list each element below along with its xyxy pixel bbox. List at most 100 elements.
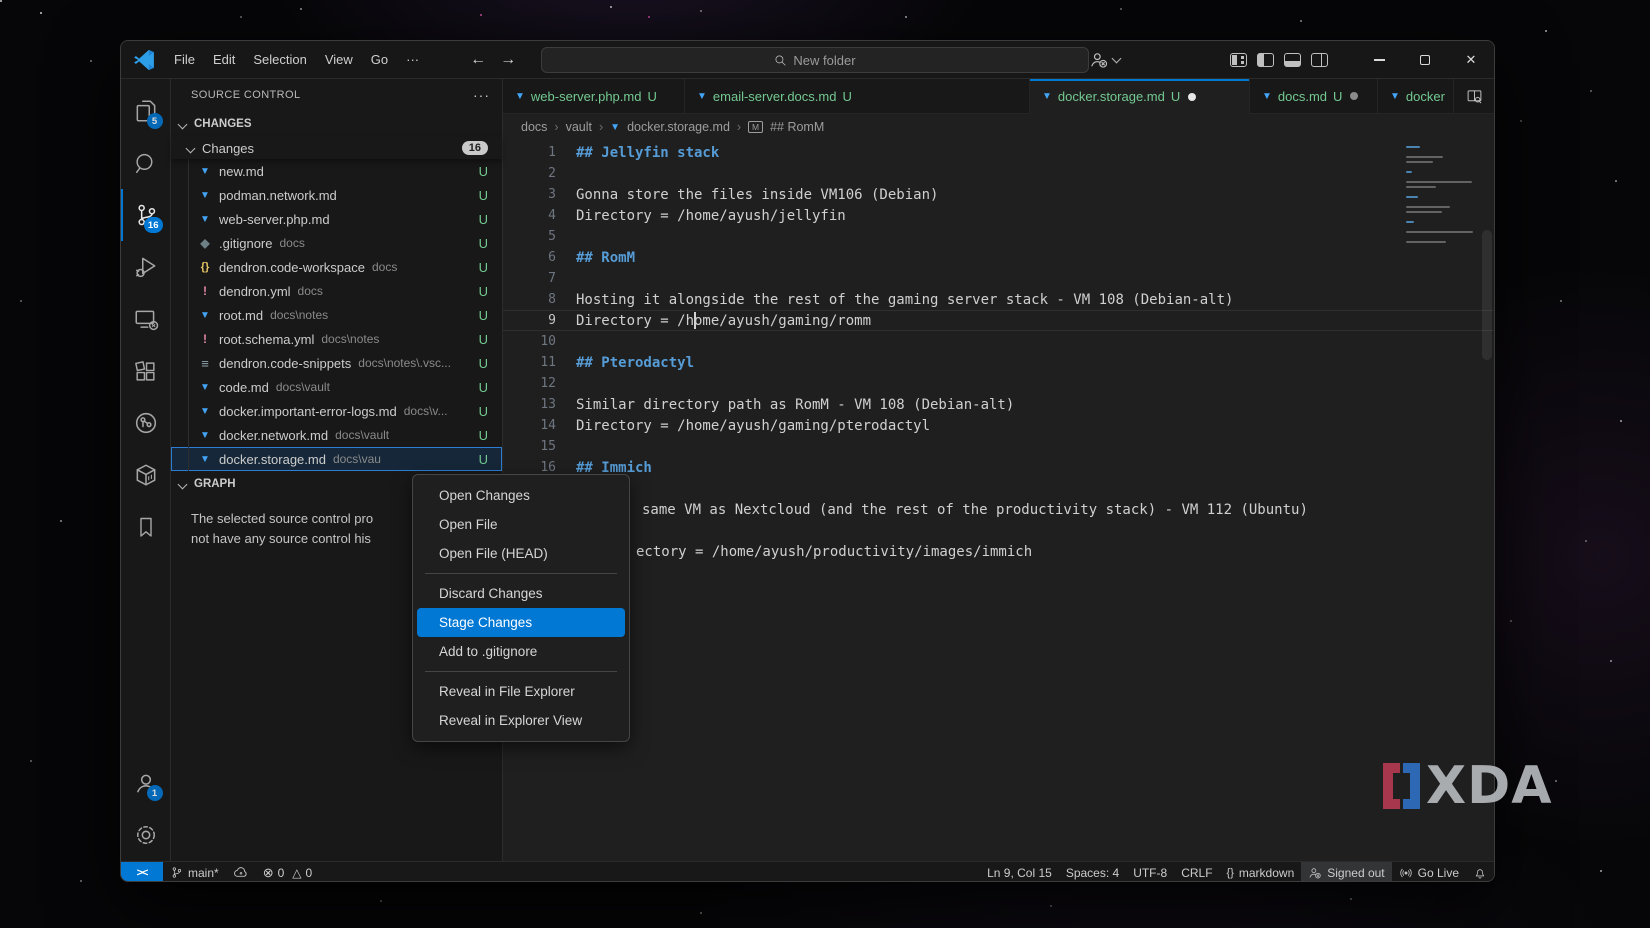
problems-status[interactable]: ⊗ 0 △ 0 xyxy=(256,862,320,883)
editor-line[interactable]: 18 same VM as Nextcloud (and the rest of… xyxy=(503,499,1494,520)
encoding-status[interactable]: UTF-8 xyxy=(1126,862,1174,883)
close-button[interactable]: ✕ xyxy=(1448,41,1494,79)
changes-section-header[interactable]: CHANGES xyxy=(171,111,502,137)
toggle-secondary-sidebar-button[interactable] xyxy=(1311,53,1328,67)
activity-search[interactable] xyxy=(121,137,171,189)
changes-tree-node[interactable]: Changes 16 xyxy=(171,137,502,159)
changed-file-row[interactable]: ▼ new.md U xyxy=(171,159,502,183)
changed-file-row[interactable]: ▼ web-server.php.md U xyxy=(171,207,502,231)
changed-file-row[interactable]: ▼ podman.network.md U xyxy=(171,183,502,207)
command-center-search[interactable]: New folder xyxy=(541,47,1089,73)
toggle-panel-button[interactable] xyxy=(1284,53,1301,67)
signed-out-status[interactable]: Signed out xyxy=(1301,862,1391,883)
changed-file-row[interactable]: ▼ code.md docs\vault U xyxy=(171,375,502,399)
breadcrumb-file[interactable]: docker.storage.md xyxy=(627,120,730,134)
editor-line[interactable]: 10 xyxy=(503,331,1494,352)
activity-accounts[interactable]: 1 xyxy=(121,757,171,809)
menu-item[interactable]: View xyxy=(316,48,362,71)
maximize-button[interactable] xyxy=(1402,41,1448,79)
editor-line[interactable]: 4 Directory = /home/ayush/jellyfin xyxy=(503,205,1494,226)
menu-item[interactable]: File xyxy=(165,48,204,71)
changed-file-row[interactable]: ▼ root.md docs\notes U xyxy=(171,303,502,327)
menu-item[interactable]: Go xyxy=(362,48,397,71)
editor-line[interactable]: 6 ## RomM xyxy=(503,247,1494,268)
go-live-button[interactable]: Go Live xyxy=(1392,862,1466,883)
changed-file-row[interactable]: ▼ docker.important-error-logs.md docs\v.… xyxy=(171,399,502,423)
eol-status[interactable]: CRLF xyxy=(1174,862,1219,883)
editor-line[interactable]: 11 ## Pterodactyl xyxy=(503,352,1494,373)
editor-line[interactable]: 5 xyxy=(503,226,1494,247)
changed-file-row[interactable]: ▼ docker.network.md docs\vault U xyxy=(171,423,502,447)
editor-line[interactable]: 2 xyxy=(503,163,1494,184)
activity-containers[interactable] xyxy=(121,449,171,501)
nav-back-button[interactable]: ← xyxy=(470,51,486,69)
menu-item[interactable]: Edit xyxy=(204,48,244,71)
tab-label: web-server.php.md xyxy=(531,89,642,104)
customize-layout-button[interactable] xyxy=(1230,53,1247,67)
editor-tab[interactable]: ▼ docker xyxy=(1378,79,1454,113)
context-menu-item[interactable]: Reveal in Explorer View xyxy=(417,706,625,735)
context-menu-item[interactable]: Stage Changes xyxy=(417,608,625,637)
context-menu-item[interactable]: Open Changes xyxy=(417,481,625,510)
activity-explorer[interactable]: 5 xyxy=(121,85,171,137)
language-mode[interactable]: {} markdown xyxy=(1220,862,1302,883)
notifications-bell[interactable] xyxy=(1466,862,1494,883)
nav-forward-button[interactable]: → xyxy=(500,51,516,69)
editor-line[interactable]: 9 Directory = /home/ayush/gaming/romm xyxy=(503,310,1494,331)
changed-file-row[interactable]: ! root.schema.yml docs\notes U xyxy=(171,327,502,351)
context-menu-item[interactable]: Open File xyxy=(417,510,625,539)
editor-line[interactable]: 19 xyxy=(503,520,1494,541)
editor-line[interactable]: 20 ectory = /home/ayush/productivity/ima… xyxy=(503,541,1494,562)
menu-item[interactable]: Selection xyxy=(244,48,315,71)
scrollbar-thumb[interactable] xyxy=(1482,230,1492,360)
menu-item[interactable]: ··· xyxy=(397,48,428,71)
changed-file-row[interactable]: ! dendron.yml docs U xyxy=(171,279,502,303)
branch-status[interactable]: main* xyxy=(163,862,226,883)
sidebar-more-actions[interactable]: ··· xyxy=(473,87,490,103)
remote-indicator[interactable]: >< xyxy=(121,862,163,883)
editor-line[interactable]: 12 xyxy=(503,373,1494,394)
activity-bookmarks[interactable] xyxy=(121,501,171,553)
changed-file-row[interactable]: {} dendron.code-workspace docs U xyxy=(171,255,502,279)
editor-tab[interactable]: ▼ docs.md U xyxy=(1250,79,1378,113)
editor-line[interactable]: 15 xyxy=(503,436,1494,457)
activity-settings[interactable] xyxy=(121,809,171,861)
minimize-button[interactable] xyxy=(1356,41,1402,79)
editor-tab[interactable]: ▼ docker.storage.md U xyxy=(1030,79,1250,114)
editor-tab[interactable]: ▼ email-server.docs.md U xyxy=(685,79,1030,113)
activity-source-control[interactable]: 16 xyxy=(121,189,171,241)
context-menu-item[interactable]: Discard Changes xyxy=(417,579,625,608)
editor-tab[interactable]: ▼ web-server.php.md U xyxy=(503,79,685,113)
minimap[interactable] xyxy=(1406,146,1478,246)
activity-git-graph[interactable] xyxy=(121,397,171,449)
changed-file-row[interactable]: ≡ dendron.code-snippets docs\notes\.vsc.… xyxy=(171,351,502,375)
editor-line[interactable]: 1 ## Jellyfin stack xyxy=(503,142,1494,163)
context-menu-item[interactable]: Reveal in File Explorer xyxy=(417,677,625,706)
activity-extensions[interactable] xyxy=(121,345,171,397)
editor-line[interactable]: 8 Hosting it alongside the rest of the g… xyxy=(503,289,1494,310)
changed-file-row[interactable]: ◆ .gitignore docs U xyxy=(171,231,502,255)
cursor-position[interactable]: Ln 9, Col 15 xyxy=(980,862,1059,883)
bell-icon xyxy=(1473,866,1487,880)
editor-line[interactable]: 7 xyxy=(503,268,1494,289)
breadcrumb-folder[interactable]: vault xyxy=(566,120,592,134)
editor-line[interactable]: 16 ## Immich xyxy=(503,457,1494,478)
breadcrumb-symbol[interactable]: ## RomM xyxy=(770,120,824,134)
toggle-primary-sidebar-button[interactable] xyxy=(1257,53,1274,67)
activity-run-debug[interactable] xyxy=(121,241,171,293)
changed-file-row[interactable]: ▼ docker.storage.md docs\vau U xyxy=(171,447,502,471)
editor-scrollbar[interactable] xyxy=(1480,140,1494,861)
activity-remote-explorer[interactable] xyxy=(121,293,171,345)
editor-line[interactable]: 17 xyxy=(503,478,1494,499)
editor-line[interactable]: 3 Gonna store the files inside VM106 (De… xyxy=(503,184,1494,205)
text-editor[interactable]: 1 ## Jellyfin stack 2 3 Gonna sto xyxy=(503,140,1494,861)
editor-line[interactable]: 14 Directory = /home/ayush/gaming/pterod… xyxy=(503,415,1494,436)
sync-changes-button[interactable] xyxy=(226,862,256,883)
open-preview-icon[interactable] xyxy=(1466,88,1483,105)
breadcrumb-folder[interactable]: docs xyxy=(521,120,547,134)
indentation-status[interactable]: Spaces: 4 xyxy=(1059,862,1126,883)
editor-line[interactable]: 13 Similar directory path as RomM - VM 1… xyxy=(503,394,1494,415)
context-menu-item[interactable]: Open File (HEAD) xyxy=(417,539,625,568)
context-menu-item[interactable]: Add to .gitignore xyxy=(417,637,625,666)
account-menu[interactable] xyxy=(1089,50,1120,70)
